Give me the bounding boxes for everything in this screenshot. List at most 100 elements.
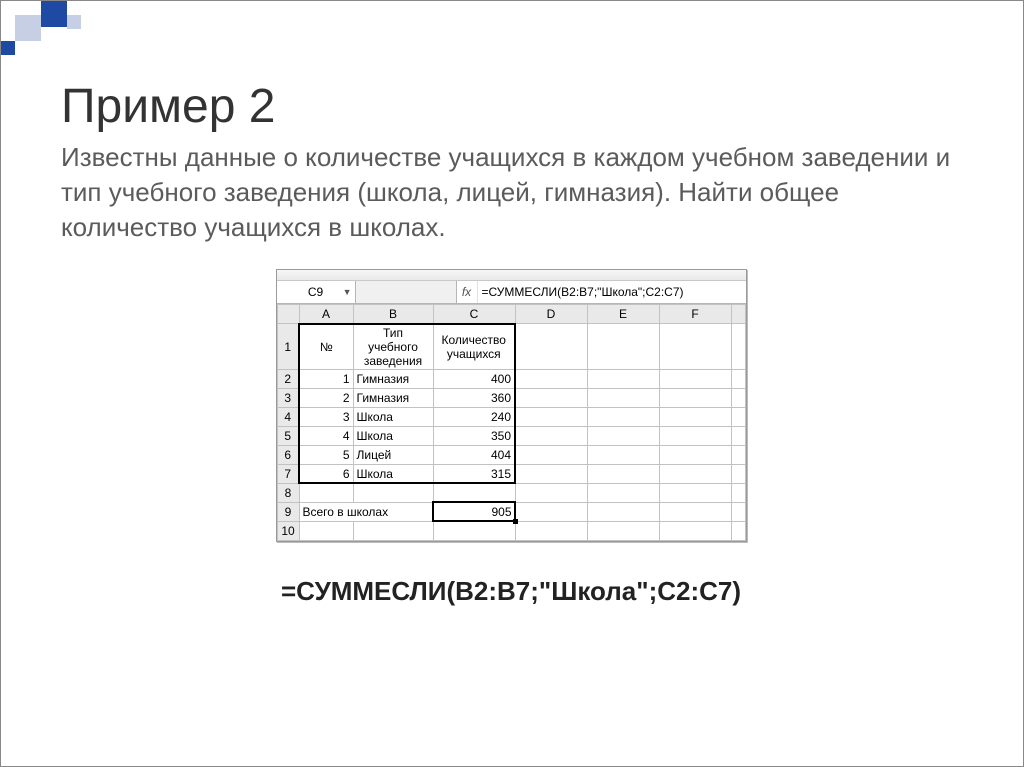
spreadsheet-grid: A B C D E F 1 № Тип учебного заведения К… [277, 304, 746, 541]
col-header-stub [731, 305, 745, 324]
col-header-e[interactable]: E [587, 305, 659, 324]
cell[interactable] [659, 324, 731, 370]
cell[interactable] [587, 464, 659, 483]
cell[interactable] [515, 502, 587, 521]
cell[interactable] [433, 483, 515, 502]
name-box[interactable]: C9 ▼ [277, 281, 356, 303]
cell[interactable] [659, 483, 731, 502]
cell-c5[interactable]: 350 [434, 427, 515, 445]
cell[interactable] [515, 426, 587, 445]
cell-b2[interactable]: Гимназия [354, 370, 433, 388]
cell[interactable] [659, 369, 731, 388]
fx-icon[interactable]: fx [457, 281, 478, 303]
cell[interactable] [731, 369, 745, 388]
cell-a4[interactable]: 3 [300, 408, 353, 426]
row-header[interactable]: 5 [277, 426, 299, 445]
cell[interactable] [587, 521, 659, 540]
table-row: 9 Всего в школах 905 [277, 502, 745, 521]
cell[interactable] [515, 445, 587, 464]
table-row: 2 1 Гимназия 400 [277, 369, 745, 388]
cell[interactable] [587, 426, 659, 445]
formula-bar-text: =СУММЕСЛИ(B2:B7;"Школа";C2:C7) [482, 285, 684, 299]
select-all-corner[interactable] [277, 305, 299, 324]
cell[interactable] [515, 369, 587, 388]
cell-b6[interactable]: Лицей [354, 446, 433, 464]
col-header-b[interactable]: B [353, 305, 433, 324]
active-cell[interactable]: 905 [433, 502, 515, 521]
cell[interactable] [587, 388, 659, 407]
cell[interactable] [659, 521, 731, 540]
cell[interactable] [659, 426, 731, 445]
cell[interactable] [515, 521, 587, 540]
cell[interactable] [515, 483, 587, 502]
cell[interactable] [587, 445, 659, 464]
formula-bar[interactable]: =СУММЕСЛИ(B2:B7;"Школа";C2:C7) [478, 281, 746, 303]
col-header-f[interactable]: F [659, 305, 731, 324]
formula-bar-row: C9 ▼ fx =СУММЕСЛИ(B2:B7;"Школа";C2:C7) [277, 281, 746, 304]
row-header[interactable]: 8 [277, 483, 299, 502]
cell-c1[interactable]: Количество учащихся [434, 325, 515, 369]
cell[interactable] [515, 324, 587, 370]
formula-bar-spacer [356, 281, 457, 303]
cell-a9[interactable]: Всего в школах [300, 503, 433, 521]
cell-c7[interactable]: 315 [434, 465, 515, 483]
cell[interactable] [659, 407, 731, 426]
cell[interactable] [587, 407, 659, 426]
cell[interactable] [731, 388, 745, 407]
cell[interactable] [299, 483, 353, 502]
cell-a1[interactable]: № [300, 325, 353, 369]
cell[interactable] [731, 502, 745, 521]
cell[interactable] [515, 464, 587, 483]
cell[interactable] [659, 388, 731, 407]
cell[interactable] [659, 502, 731, 521]
col-header-d[interactable]: D [515, 305, 587, 324]
cell-b4[interactable]: Школа [354, 408, 433, 426]
row-header[interactable]: 3 [277, 388, 299, 407]
cell[interactable] [731, 521, 745, 540]
row-header[interactable]: 10 [277, 521, 299, 540]
cell[interactable] [731, 324, 745, 370]
cell-b7[interactable]: Школа [354, 465, 433, 483]
cell[interactable] [515, 407, 587, 426]
dropdown-icon[interactable]: ▼ [343, 287, 352, 297]
formula-caption: =СУММЕСЛИ(B2:B7;"Школа";C2:C7) [61, 576, 961, 607]
cell[interactable] [353, 521, 433, 540]
cell-a7[interactable]: 6 [300, 465, 353, 483]
cell[interactable] [353, 483, 433, 502]
row-header[interactable]: 1 [277, 324, 299, 370]
cell[interactable] [659, 445, 731, 464]
cell[interactable] [299, 521, 353, 540]
row-header[interactable]: 7 [277, 464, 299, 483]
row-header[interactable]: 2 [277, 369, 299, 388]
cell-c6[interactable]: 404 [434, 446, 515, 464]
cell-b5[interactable]: Школа [354, 427, 433, 445]
cell-c4[interactable]: 240 [434, 408, 515, 426]
cell-a2[interactable]: 1 [300, 370, 353, 388]
row-header[interactable]: 4 [277, 407, 299, 426]
cell[interactable] [659, 464, 731, 483]
row-header[interactable]: 6 [277, 445, 299, 464]
cell[interactable] [515, 388, 587, 407]
table-row: 1 № Тип учебного заведения Количество уч… [277, 324, 745, 370]
cell[interactable] [587, 369, 659, 388]
cell[interactable] [433, 521, 515, 540]
cell-c3[interactable]: 360 [434, 389, 515, 407]
cell-a6[interactable]: 5 [300, 446, 353, 464]
cell[interactable] [587, 324, 659, 370]
cell[interactable] [731, 483, 745, 502]
cell-b1[interactable]: Тип учебного заведения [354, 325, 433, 369]
cell-c2[interactable]: 400 [434, 370, 515, 388]
cell[interactable] [731, 445, 745, 464]
table-row: 7 6 Школа 315 [277, 464, 745, 483]
cell[interactable] [731, 464, 745, 483]
cell[interactable] [587, 483, 659, 502]
col-header-c[interactable]: C [433, 305, 515, 324]
cell[interactable] [731, 426, 745, 445]
cell-a5[interactable]: 4 [300, 427, 353, 445]
cell[interactable] [731, 407, 745, 426]
row-header[interactable]: 9 [277, 502, 299, 521]
cell[interactable] [587, 502, 659, 521]
col-header-a[interactable]: A [299, 305, 353, 324]
cell-b3[interactable]: Гимназия [354, 389, 433, 407]
cell-a3[interactable]: 2 [300, 389, 353, 407]
